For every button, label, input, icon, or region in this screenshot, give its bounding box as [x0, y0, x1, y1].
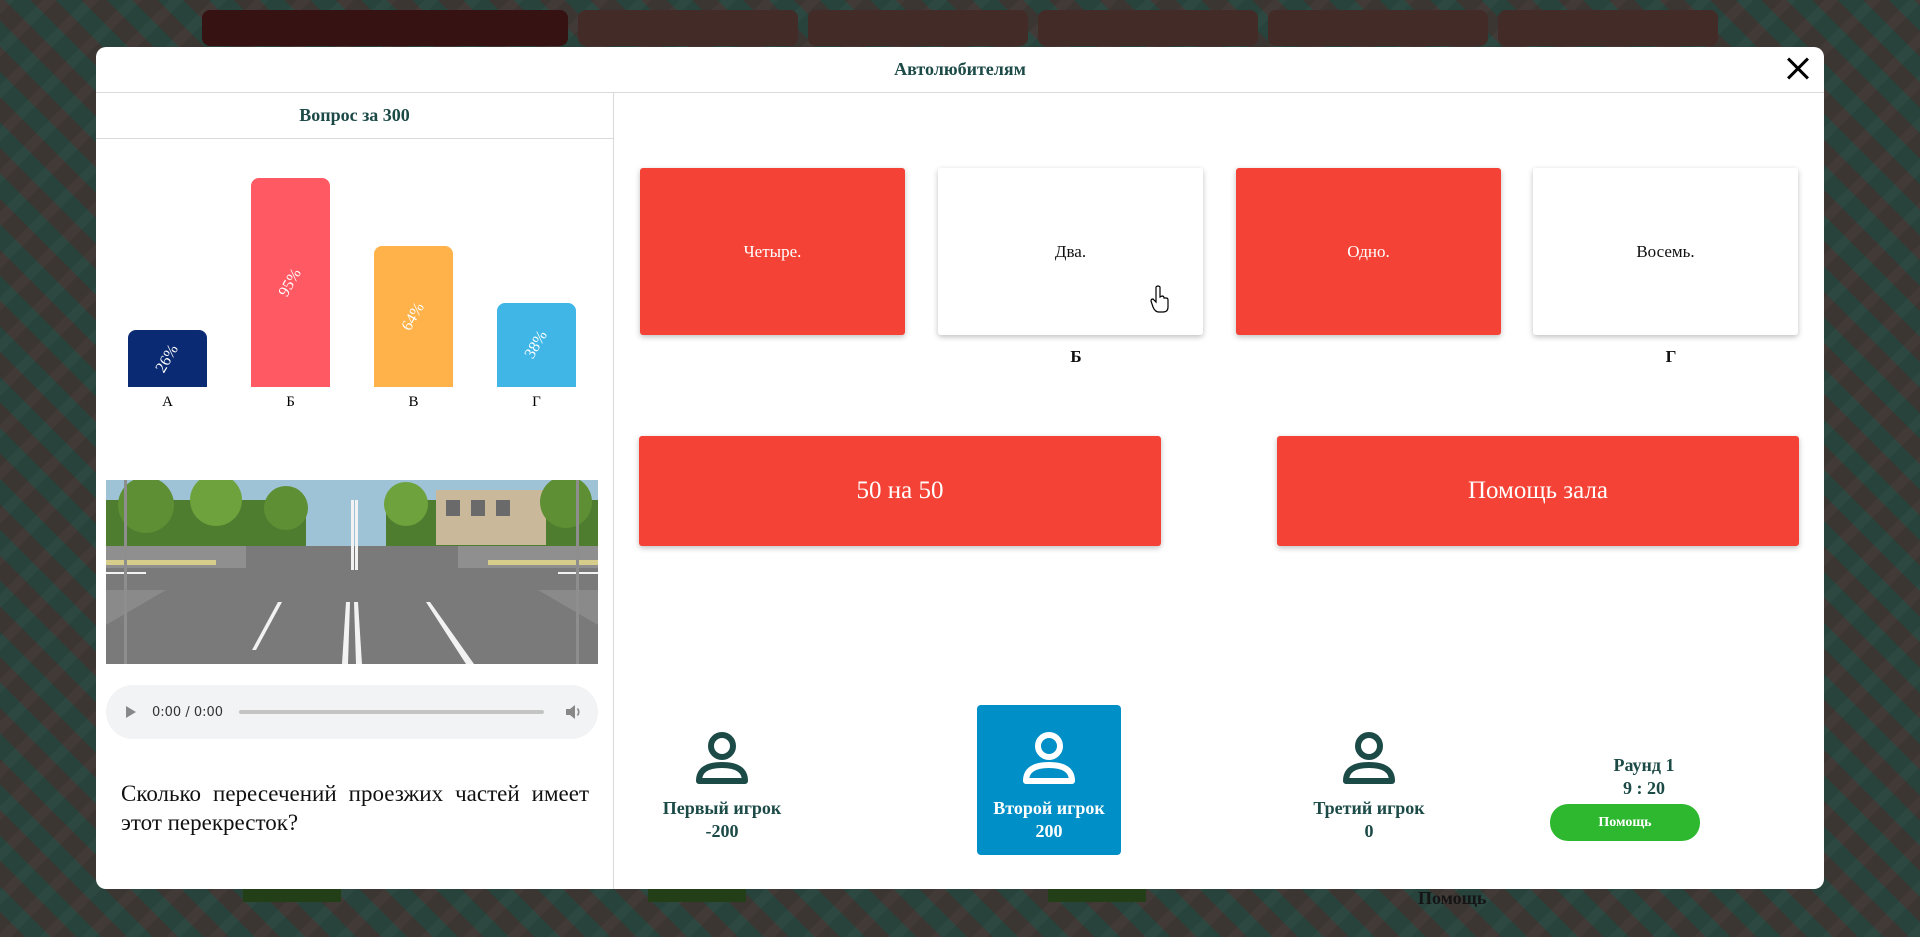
- player-card-1: Первый игрок -200: [650, 705, 794, 855]
- poll-bar-group: 64% В: [374, 246, 453, 410]
- answer-letter: Б: [1070, 347, 1082, 366]
- play-icon[interactable]: [126, 706, 136, 718]
- audio-time: 0:00 / 0:00: [152, 704, 224, 720]
- help-button[interactable]: Помощь: [1550, 804, 1700, 841]
- poll-bar-group: 38% Г: [497, 303, 576, 410]
- player-name: Первый игрок: [662, 798, 782, 818]
- poll-bar-category: В: [408, 394, 419, 410]
- poll-bar: 26%: [128, 330, 207, 387]
- player-score: -200: [705, 821, 739, 841]
- poll-bar: 64%: [374, 246, 453, 387]
- player-score: 200: [1035, 821, 1063, 841]
- audio-player: 0:00 / 0:00: [106, 685, 598, 739]
- answer-text: Одно.: [1347, 241, 1390, 261]
- poll-bar-category: Б: [286, 394, 295, 410]
- player-name: Второй игрок: [993, 798, 1105, 818]
- modal-header: Автолюбителям: [96, 47, 1824, 93]
- modal-title: Автолюбителям: [894, 59, 1026, 79]
- fifty-fifty-button[interactable]: 50 на 50: [639, 436, 1161, 546]
- answer-option-a[interactable]: Четыре.: [640, 168, 905, 335]
- question-value-header: Вопрос за 300: [96, 93, 613, 139]
- round-info: Раунд 1 9 : 20: [1569, 754, 1719, 800]
- hand-cursor-icon: [1150, 285, 1169, 313]
- poll-bar: 95%: [251, 178, 330, 387]
- user-icon: [696, 732, 748, 784]
- player-card-2: Второй игрок 200: [977, 705, 1121, 855]
- poll-bar-value: 95%: [275, 265, 305, 300]
- question-modal: Автолюбителям Вопрос за 300 26% А 95% Б 64% В…: [96, 47, 1824, 889]
- poll-bar-category: А: [162, 394, 173, 410]
- question-panel: Вопрос за 300 26% А 95% Б 64% В 38% Г 0:…: [96, 93, 614, 889]
- answer-option-c[interactable]: Одно.: [1236, 168, 1501, 335]
- poll-bar-group: 26% А: [128, 330, 207, 410]
- player-name: Третий игрок: [1313, 798, 1425, 818]
- answer-option-d[interactable]: Восемь.: [1533, 168, 1798, 335]
- player-card-3: Третий игрок 0: [1297, 705, 1441, 855]
- poll-bar-value: 26%: [152, 341, 182, 376]
- poll-bar: 38%: [497, 303, 576, 387]
- poll-bar-value: 64%: [398, 299, 428, 334]
- user-icon: [1023, 732, 1075, 784]
- player-score: 0: [1364, 821, 1374, 841]
- user-icon: [1343, 732, 1395, 784]
- audio-progress-slider[interactable]: [239, 710, 544, 714]
- poll-bar-group: 95% Б: [251, 178, 330, 410]
- audience-poll-chart: 26% А 95% Б 64% В 38% Г: [96, 139, 613, 410]
- round-timer: 9 : 20: [1623, 778, 1665, 798]
- intersection-image: [106, 480, 598, 664]
- answer-letter: Г: [1665, 347, 1677, 366]
- poll-bar-category: Г: [532, 394, 541, 410]
- question-text: Сколько пересечений проезжих частей имее…: [121, 781, 589, 835]
- answer-text: Восемь.: [1636, 241, 1695, 261]
- volume-icon[interactable]: [564, 704, 584, 720]
- close-icon[interactable]: [1782, 53, 1814, 85]
- answer-text: Четыре.: [743, 241, 802, 261]
- poll-bar-value: 38%: [521, 327, 551, 362]
- round-label: Раунд 1: [1613, 755, 1675, 775]
- answer-text: Два.: [1054, 241, 1087, 261]
- audience-help-button[interactable]: Помощь зала: [1277, 436, 1799, 546]
